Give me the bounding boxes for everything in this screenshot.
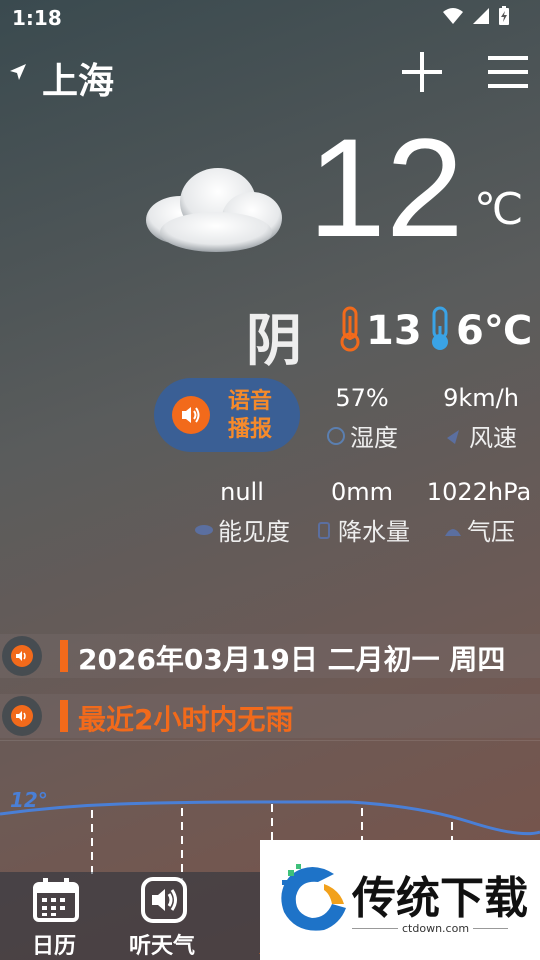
- calendar-icon: [32, 876, 80, 924]
- menu-button[interactable]: [488, 56, 528, 88]
- temperature-line: [0, 800, 540, 836]
- header: 上海: [0, 48, 540, 102]
- temperature-unit: ℃: [474, 185, 524, 234]
- visibility-label: 能见度: [218, 518, 290, 546]
- wind-stat: 9km/h 风速: [432, 384, 530, 453]
- date-speak-button[interactable]: [2, 636, 42, 676]
- pressure-label: 气压: [467, 518, 515, 546]
- status-bar: 1:18: [0, 0, 540, 36]
- chart-current-temp-label: 12°: [10, 788, 48, 812]
- menu-icon: [488, 56, 528, 60]
- date-strip: 2026年03月19日 二月初一 周四: [0, 634, 540, 678]
- eye-icon: [194, 520, 214, 540]
- status-time: 1:18: [12, 6, 62, 30]
- wind-label: 风速: [469, 424, 517, 452]
- visibility-value: null: [220, 478, 264, 506]
- visibility-stat: null 能见度: [190, 478, 294, 547]
- signal-icon: [472, 7, 490, 29]
- date-text: 2026年03月19日 二月初一 周四: [78, 643, 506, 676]
- wind-icon: [445, 426, 465, 446]
- watermark-overlay: 传统下载 ctdown.com: [260, 840, 540, 960]
- watermark-logo-icon: [274, 860, 350, 936]
- current-temperature: 12: [308, 109, 464, 266]
- wifi-icon: [442, 7, 464, 29]
- rain-gauge-icon: [314, 520, 334, 540]
- rain-forecast-strip: 最近2小时内无雨: [0, 694, 540, 738]
- battery-charging-icon: [498, 6, 510, 30]
- low-temperature: 6℃: [456, 308, 533, 354]
- precipitation-label: 降水量: [338, 518, 410, 546]
- add-city-button[interactable]: [400, 50, 444, 94]
- humidity-stat: 57% 湿度: [318, 384, 406, 453]
- precipitation-value: 0mm: [330, 478, 394, 506]
- rain-forecast-text: 最近2小时内无雨: [78, 703, 294, 736]
- cloud-icon: [140, 158, 288, 258]
- humidity-label: 湿度: [350, 424, 398, 452]
- precipitation-stat: 0mm 降水量: [310, 478, 414, 547]
- nav-listen-weather[interactable]: 听天气: [112, 872, 212, 960]
- nav-calendar[interactable]: 日历: [4, 872, 104, 960]
- watermark-url: ctdown.com: [398, 922, 474, 935]
- weather-condition: 阴: [246, 309, 302, 374]
- voice-broadcast-button[interactable]: 语音 播报: [154, 378, 300, 452]
- speaker-box-icon: [140, 876, 188, 924]
- speaker-icon: [11, 645, 33, 667]
- location-arrow-icon[interactable]: [8, 62, 28, 87]
- pressure-value: 1022hPa: [426, 478, 532, 506]
- nav-calendar-label: 日历: [31, 934, 76, 959]
- voice-broadcast-label: 语音 播报: [227, 389, 272, 442]
- nav-listen-weather-label: 听天气: [128, 934, 195, 959]
- watermark-title: 传统下载: [352, 873, 528, 924]
- low-temp-thermometer-icon: [426, 306, 454, 352]
- wind-value: 9km/h: [443, 384, 519, 412]
- speaker-icon: [172, 396, 210, 434]
- high-temp-thermometer-icon: [336, 306, 364, 352]
- pressure-icon: [443, 520, 463, 540]
- humidity-value: 57%: [335, 384, 389, 412]
- speaker-icon: [11, 705, 33, 727]
- pressure-stat: 1022hPa 气压: [424, 478, 534, 547]
- city-name[interactable]: 上海: [42, 52, 114, 104]
- rain-speak-button[interactable]: [2, 696, 42, 736]
- humidity-icon: [326, 426, 346, 446]
- high-temperature: 13: [366, 308, 422, 354]
- status-icons: [442, 6, 510, 30]
